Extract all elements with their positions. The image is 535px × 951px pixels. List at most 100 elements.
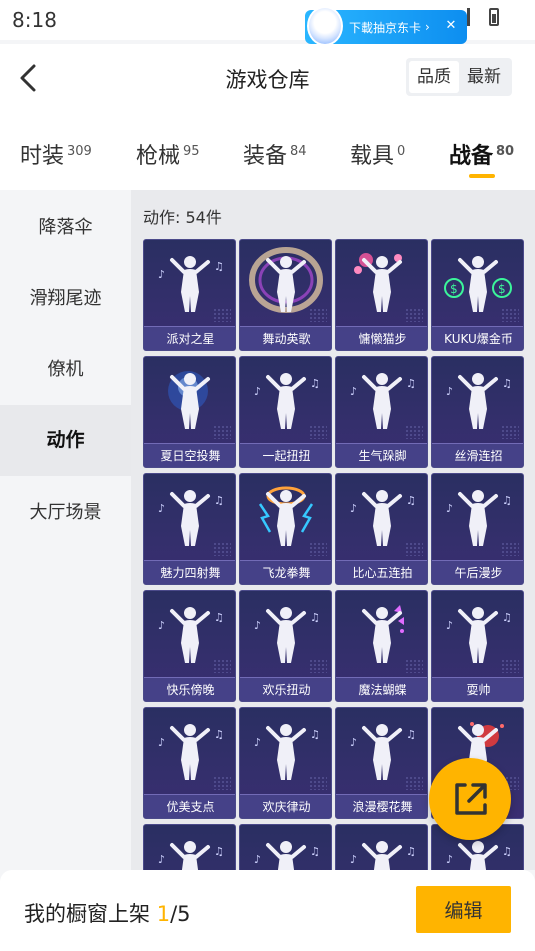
emote-card[interactable]: ♪ ♫ 欢乐扭动 <box>239 590 332 702</box>
svg-text:♫: ♫ <box>310 728 320 741</box>
emote-label: 比心五连拍 <box>336 560 427 584</box>
status-time: 8:18 <box>12 8 57 32</box>
emote-card[interactable]: 飞龙拳舞 <box>239 473 332 585</box>
svg-text:$: $ <box>450 282 458 296</box>
emote-card[interactable]: 舞动英歌 <box>239 239 332 351</box>
sidebar-item-wingman[interactable]: 僚机 <box>0 334 131 405</box>
card-pattern <box>309 425 327 439</box>
card-pattern <box>501 308 519 322</box>
svg-text:♪: ♪ <box>350 502 357 515</box>
svg-text:♪: ♪ <box>254 385 261 398</box>
sort-newest[interactable]: 最新 <box>459 61 509 93</box>
svg-text:♪: ♪ <box>350 853 357 866</box>
emote-label: 欢乐扭动 <box>240 677 331 701</box>
signal-icon <box>467 8 481 26</box>
showcase-current-count: 1 <box>156 902 171 926</box>
tab-fashion[interactable]: 时装 309 <box>20 138 92 170</box>
sidebar-item-emotes[interactable]: 动作 <box>0 405 131 476</box>
showcase-status: 我的橱窗上架 1/5 <box>24 898 191 928</box>
svg-text:♫: ♫ <box>502 377 512 390</box>
emote-card[interactable]: 夏日空投舞 <box>143 356 236 468</box>
sidebar-item-parachute[interactable]: 降落伞 <box>0 192 131 263</box>
chevron-right-icon: › <box>425 20 430 34</box>
promo-banner[interactable]: 下載抽京东卡 › ✕ <box>305 6 467 46</box>
svg-text:♪: ♪ <box>350 385 357 398</box>
sort-toggle: 品质 最新 <box>406 58 512 96</box>
emote-card[interactable]: ♪ ♫ 浪漫樱花舞 <box>335 707 428 819</box>
tab-count: 309 <box>67 143 92 159</box>
svg-text:♪: ♪ <box>446 619 453 632</box>
emote-label: 丝滑连招 <box>432 443 523 467</box>
card-pattern <box>309 776 327 790</box>
emote-card[interactable]: ♪ ♫ 欢庆律动 <box>239 707 332 819</box>
emote-card[interactable]: ♪ ♫ 优美支点 <box>143 707 236 819</box>
tab-count: 84 <box>290 143 307 159</box>
emote-card[interactable]: ♪ ♫ 一起扭扭 <box>239 356 332 468</box>
tab-active-indicator <box>469 174 495 178</box>
tab-equipment[interactable]: 装备 84 <box>243 138 307 170</box>
tab-combat-prep[interactable]: 战备 80 <box>449 138 514 170</box>
share-fab[interactable] <box>429 758 511 840</box>
card-pattern <box>501 425 519 439</box>
emote-card[interactable]: 慵懒猫步 <box>335 239 428 351</box>
emote-card[interactable]: ♪ ♫ 快乐傍晚 <box>143 590 236 702</box>
close-icon[interactable]: ✕ <box>441 16 461 36</box>
svg-text:♫: ♫ <box>214 845 224 858</box>
card-pattern <box>405 659 423 673</box>
emote-label: 魔法蝴蝶 <box>336 677 427 701</box>
tab-vehicles[interactable]: 载具 0 <box>350 138 405 170</box>
section-label: 动作: 54件 <box>143 208 222 227</box>
emote-card[interactable]: ♪ ♫ 魅力四射舞 <box>143 473 236 585</box>
bottom-bar: 我的橱窗上架 1/5 编辑 <box>0 870 535 951</box>
tab-count: 80 <box>496 143 515 159</box>
battery-icon <box>489 8 499 26</box>
tab-label: 战备 <box>449 144 494 169</box>
emote-card[interactable]: 魔法蝴蝶 <box>335 590 428 702</box>
svg-text:♫: ♫ <box>214 611 224 624</box>
edit-button[interactable]: 编辑 <box>416 886 511 933</box>
emote-card[interactable]: ♪ ♫ 比心五连拍 <box>335 473 428 585</box>
emote-card[interactable]: $ $ KUKU爆金币 <box>431 239 524 351</box>
card-pattern <box>501 542 519 556</box>
svg-text:♪: ♪ <box>254 619 261 632</box>
tab-label: 装备 <box>243 144 288 169</box>
card-pattern <box>405 308 423 322</box>
promo-mascot-icon <box>307 6 343 46</box>
emote-card[interactable]: ♪ ♫ <box>143 824 236 870</box>
svg-text:♪: ♪ <box>350 736 357 749</box>
emote-label: 一起扭扭 <box>240 443 331 467</box>
tab-label: 时装 <box>20 144 65 169</box>
svg-text:♫: ♫ <box>502 845 512 858</box>
sidebar-item-glide-trail[interactable]: 滑翔尾迹 <box>0 263 131 334</box>
emote-card[interactable]: ♪ ♫ 午后漫步 <box>431 473 524 585</box>
emote-card[interactable]: ♪ ♫ <box>239 824 332 870</box>
emote-figure-icon: ♪♫ <box>254 841 320 870</box>
emote-card[interactable]: ♪ ♫ 丝滑连招 <box>431 356 524 468</box>
emote-label: 舞动英歌 <box>240 326 331 350</box>
showcase-max-count: /5 <box>170 902 191 926</box>
svg-text:♪: ♪ <box>446 385 453 398</box>
tab-weapons[interactable]: 枪械 95 <box>136 138 200 170</box>
card-pattern <box>309 308 327 322</box>
emote-label: 快乐傍晚 <box>144 677 235 701</box>
svg-text:♪: ♪ <box>446 502 453 515</box>
tab-count: 0 <box>397 143 406 159</box>
svg-text:♪: ♪ <box>158 502 165 515</box>
card-pattern <box>309 542 327 556</box>
emote-card[interactable]: ♪ ♫ 耍帅 <box>431 590 524 702</box>
sidebar-item-lobby-scene[interactable]: 大厅场景 <box>0 477 131 548</box>
svg-text:♪: ♪ <box>158 268 165 281</box>
emote-card[interactable]: ♪ ♫ <box>335 824 428 870</box>
emote-label: 夏日空投舞 <box>144 443 235 467</box>
sort-quality[interactable]: 品质 <box>409 61 459 93</box>
card-pattern <box>213 776 231 790</box>
svg-text:♪: ♪ <box>254 853 261 866</box>
emote-card[interactable]: ♪ ♫ 生气跺脚 <box>335 356 428 468</box>
card-pattern <box>405 776 423 790</box>
category-tabs: 时装 309 枪械 95 装备 84 载具 0 战备 80 <box>0 112 535 190</box>
svg-text:♫: ♫ <box>310 845 320 858</box>
status-icons <box>467 8 499 26</box>
promo-text: 下載抽京东卡 <box>349 20 422 35</box>
emote-card[interactable]: ♪ ♫ 派对之星 <box>143 239 236 351</box>
svg-text:♪: ♪ <box>158 736 165 749</box>
